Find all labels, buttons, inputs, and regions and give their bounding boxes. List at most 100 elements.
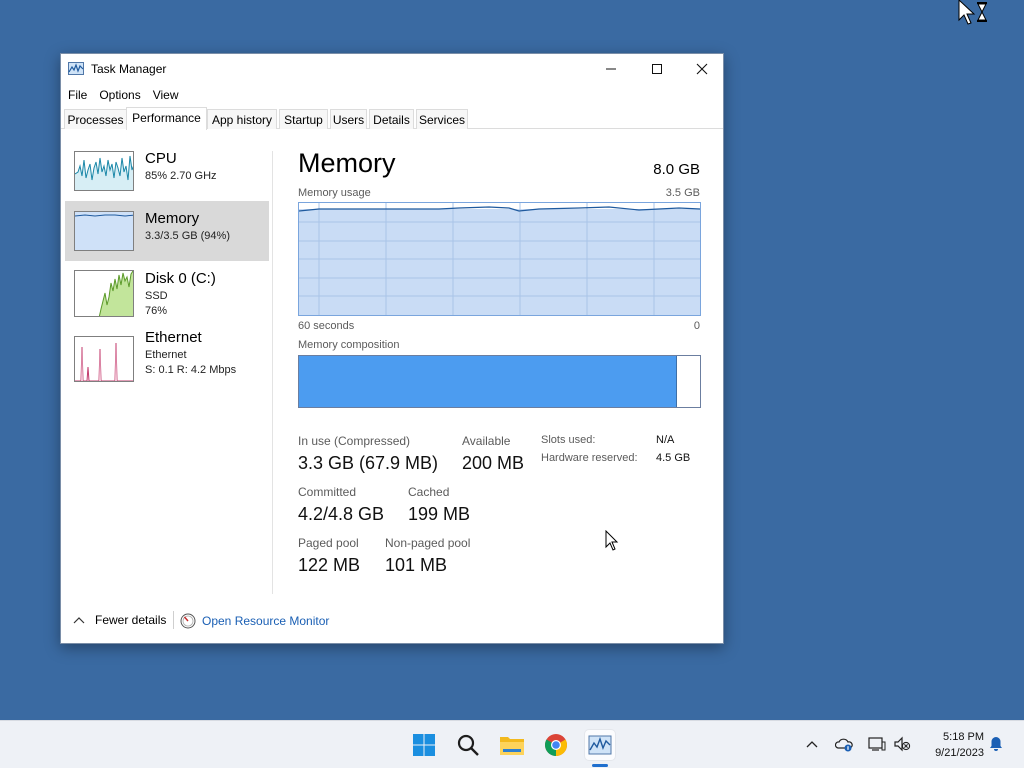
show-hidden-icons-button[interactable] [803,735,821,753]
task-manager-app-icon [68,62,84,75]
sidebar-item-cpu[interactable]: CPU 85% 2.70 GHz [65,141,269,201]
mouse-pointer-icon [605,530,619,551]
start-button[interactable] [409,730,439,760]
chevron-up-icon [73,617,85,624]
paged-pool-value: 122 MB [298,555,361,575]
disk-title: Disk 0 (C:) [145,270,216,287]
open-resource-monitor-label: Open Resource Monitor [202,614,330,628]
hardware-reserved-label: Hardware reserved: [541,452,638,464]
notifications-button[interactable] [987,735,1005,753]
non-paged-pool-value: 101 MB [385,555,448,575]
tab-strip: Processes Performance App history Startu… [61,107,723,130]
volume-tray-button[interactable] [893,735,911,753]
clock-time: 5:18 PM [943,731,984,743]
task-manager-taskbar-button[interactable] [585,730,615,760]
footer-separator [173,611,174,629]
clock-date: 9/21/2023 [935,747,984,759]
memory-usage-text: 3.3/3.5 GB (94%) [145,230,230,242]
task-manager-window: Task Manager File Options View Processes… [60,53,724,644]
menu-view[interactable]: View [147,88,185,102]
committed-value: 4.2/4.8 GB [298,504,385,524]
cpu-thumbnail-graph [74,151,134,191]
network-icon [868,737,886,751]
memory-title: Memory [145,210,200,227]
tab-performance[interactable]: Performance [126,107,207,130]
fewer-details-button[interactable]: Fewer details [73,613,166,627]
slots-used-value: N/A [656,434,675,446]
chevron-up-icon [806,741,818,748]
available-value: 200 MB [462,453,525,473]
minimize-button[interactable] [588,54,634,84]
graph-time-left-label: 60 seconds [298,320,355,332]
minimize-icon [606,68,616,70]
task-manager-icon [588,735,612,755]
non-paged-pool-label: Non-paged pool [385,536,471,550]
active-app-indicator [592,764,608,767]
disk-thumbnail-graph [74,270,134,317]
window-title: Task Manager [91,62,167,76]
file-explorer-button[interactable] [497,730,527,760]
memory-usage-label: Memory usage [298,187,371,199]
cpu-title: CPU [145,150,177,167]
search-icon [457,734,479,756]
file-explorer-icon [500,737,524,755]
resource-monitor-icon [180,613,196,629]
page-title: Memory [298,148,396,178]
start-icon [413,734,435,756]
ethernet-title: Ethernet [145,329,202,346]
ethernet-throughput-text: S: 0.1 R: 4.2 Mbps [145,364,237,376]
in-use-value: 3.3 GB (67.9 MB) [298,453,439,473]
tab-details[interactable]: Details [369,109,414,129]
tab-app-history[interactable]: App history [207,109,277,129]
cached-value: 199 MB [408,504,471,524]
fewer-details-label: Fewer details [95,613,167,627]
tab-users[interactable]: Users [330,109,367,129]
sidebar-item-ethernet[interactable]: Ethernet Ethernet S: 0.1 R: 4.2 Mbps [65,327,269,387]
graph-time-right-label: 0 [693,320,700,332]
maximize-icon [652,64,662,74]
close-button[interactable] [679,54,725,84]
menu-options[interactable]: Options [93,88,146,102]
title-bar[interactable]: Task Manager [61,54,723,84]
volume-muted-icon [894,736,911,752]
sidebar-item-disk[interactable]: Disk 0 (C:) SSD 76% [65,261,269,321]
search-button[interactable] [453,730,483,760]
busy-cursor-icon [958,0,987,25]
slots-used-label: Slots used: [541,434,596,446]
tab-services[interactable]: Services [416,109,468,129]
close-icon [696,63,708,75]
disk-usage-text: 76% [145,305,168,317]
memory-composition-in-use-segment [299,356,678,407]
tab-processes[interactable]: Processes [64,109,127,129]
cached-label: Cached [408,485,450,499]
maximize-button[interactable] [634,54,680,84]
chrome-button[interactable] [541,730,571,760]
chrome-icon [545,734,567,756]
available-label: Available [462,434,511,448]
notification-bell-icon [990,737,1002,751]
network-tray-button[interactable] [868,735,886,753]
onedrive-tray-button[interactable] [835,735,853,753]
memory-thumbnail-graph [74,211,134,251]
in-use-label: In use (Compressed) [298,434,411,448]
tab-startup[interactable]: Startup [279,109,328,129]
cpu-usage-text: 85% 2.70 GHz [145,170,217,182]
sidebar-divider [272,151,273,594]
clock[interactable]: 5:18 PM 9/21/2023 [922,729,984,761]
ethernet-adapter-text: Ethernet [145,349,187,361]
ethernet-thumbnail-graph [74,336,134,382]
disk-type-text: SSD [145,290,168,302]
memory-total-capacity: 8.0 GB [653,161,700,178]
menu-bar: File Options View [61,84,185,106]
paged-pool-label: Paged pool [298,536,359,550]
committed-label: Committed [298,485,357,499]
open-resource-monitor-link[interactable]: Open Resource Monitor [180,613,329,629]
onedrive-icon [835,738,853,752]
sidebar-item-memory[interactable]: Memory 3.3/3.5 GB (94%) [65,201,269,261]
memory-usage-graph [298,202,701,316]
taskbar: 5:18 PM 9/21/2023 [0,720,1024,768]
memory-composition-label: Memory composition [298,339,400,351]
memory-composition-bar [298,355,701,408]
menu-file[interactable]: File [61,88,93,102]
hardware-reserved-value: 4.5 GB [656,452,691,464]
